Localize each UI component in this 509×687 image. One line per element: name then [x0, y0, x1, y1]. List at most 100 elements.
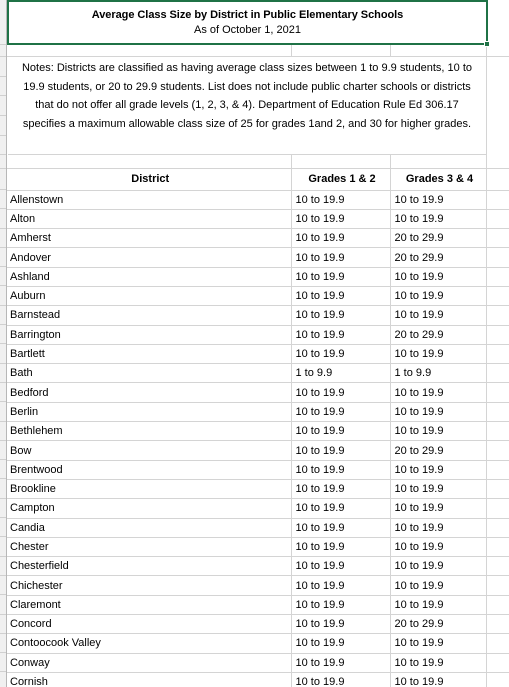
- cell-grades-1-2[interactable]: 10 to 19.9: [291, 460, 391, 480]
- cell-grades-3-4[interactable]: 10 to 19.9: [390, 344, 487, 365]
- row-header-cell[interactable]: [0, 229, 6, 248]
- table-row[interactable]: Chester 10 to 19.9 10 to 19.9: [7, 537, 509, 558]
- table-row[interactable]: Auburn 10 to 19.9 10 to 19.9: [7, 286, 509, 307]
- row-header-cell[interactable]: [0, 190, 6, 210]
- cell-grades-1-2[interactable]: 10 to 19.9: [291, 575, 391, 596]
- cell-grades-3-4[interactable]: 10 to 19.9: [390, 498, 487, 519]
- cell-grades-3-4[interactable]: 10 to 19.9: [390, 382, 487, 403]
- row-header-cell[interactable]: [0, 460, 6, 480]
- table-row[interactable]: Cornish 10 to 19.9 10 to 19.9: [7, 672, 509, 687]
- row-header-cell[interactable]: [0, 169, 6, 190]
- row-header-cell[interactable]: [0, 77, 6, 96]
- column-header-grades-3-4[interactable]: Grades 3 & 4: [390, 169, 487, 191]
- cell-grades-1-2[interactable]: 1 to 9.9: [291, 363, 391, 384]
- table-row[interactable]: Candia 10 to 19.9 10 to 19.9: [7, 518, 509, 538]
- row-header-cell[interactable]: [0, 306, 6, 326]
- row-header-cell[interactable]: [0, 479, 6, 499]
- row-header-cell[interactable]: [0, 344, 6, 364]
- row-header-cell[interactable]: [0, 155, 6, 169]
- cell-grades-3-4[interactable]: 10 to 19.9: [390, 653, 487, 673]
- table-row[interactable]: Contoocook Valley 10 to 19.9 10 to 19.9: [7, 633, 509, 654]
- cell-district[interactable]: Alton: [7, 209, 292, 230]
- cell-district[interactable]: Claremont: [7, 595, 292, 616]
- cell-grades-1-2[interactable]: 10 to 19.9: [291, 190, 391, 210]
- cell-grades-3-4[interactable]: 10 to 19.9: [390, 575, 487, 596]
- cell-district[interactable]: Bedford: [7, 382, 292, 403]
- row-header-cell[interactable]: [0, 402, 6, 422]
- row-header-cell[interactable]: [0, 634, 6, 654]
- cell-district[interactable]: Berlin: [7, 402, 292, 423]
- cell-district[interactable]: Candia: [7, 518, 292, 538]
- cell-district[interactable]: Campton: [7, 498, 292, 519]
- cell-grades-1-2[interactable]: 10 to 19.9: [291, 633, 391, 654]
- row-header-cell[interactable]: [0, 267, 6, 287]
- cell-grades-1-2[interactable]: 10 to 19.9: [291, 286, 391, 307]
- table-row[interactable]: Brentwood 10 to 19.9 10 to 19.9: [7, 460, 509, 480]
- cell-grades-1-2[interactable]: 10 to 19.9: [291, 672, 391, 687]
- table-row[interactable]: Amherst 10 to 19.9 20 to 29.9: [7, 228, 509, 249]
- row-header-cell[interactable]: [0, 45, 6, 57]
- cell-grades-3-4[interactable]: 10 to 19.9: [390, 305, 487, 326]
- table-row[interactable]: Conway 10 to 19.9 10 to 19.9: [7, 653, 509, 673]
- table-row[interactable]: Barnstead 10 to 19.9 10 to 19.9: [7, 305, 509, 326]
- cell-grades-1-2[interactable]: 10 to 19.9: [291, 402, 391, 423]
- row-header-cell[interactable]: [0, 248, 6, 268]
- row-header-cell[interactable]: [0, 383, 6, 403]
- row-header-cell[interactable]: [0, 57, 6, 77]
- table-row[interactable]: Bartlett 10 to 19.9 10 to 19.9: [7, 344, 509, 365]
- cell-district[interactable]: Brentwood: [7, 460, 292, 480]
- table-row[interactable]: Andover 10 to 19.9 20 to 29.9: [7, 247, 509, 268]
- table-row[interactable]: Bedford 10 to 19.9 10 to 19.9: [7, 382, 509, 403]
- cell-grades-3-4[interactable]: 20 to 29.9: [390, 228, 487, 249]
- cell-grades-3-4[interactable]: 10 to 19.9: [390, 421, 487, 442]
- cell-grades-3-4[interactable]: 10 to 19.9: [390, 633, 487, 654]
- row-header-cell[interactable]: [0, 209, 6, 229]
- cell-grades-3-4[interactable]: 10 to 19.9: [390, 479, 487, 500]
- row-header-cell[interactable]: [0, 557, 6, 576]
- cell-grades-3-4[interactable]: 10 to 19.9: [390, 460, 487, 480]
- cell-district[interactable]: Concord: [7, 614, 292, 635]
- cell-grades-3-4[interactable]: 20 to 29.9: [390, 614, 487, 635]
- row-header-cell[interactable]: [0, 422, 6, 441]
- cell-district[interactable]: Bartlett: [7, 344, 292, 365]
- cell-grades-1-2[interactable]: 10 to 19.9: [291, 247, 391, 268]
- column-header-district[interactable]: District: [7, 169, 292, 191]
- row-header-cell[interactable]: [0, 537, 6, 557]
- cell-district[interactable]: Cornish: [7, 672, 292, 687]
- table-row[interactable]: Berlin 10 to 19.9 10 to 19.9: [7, 402, 509, 423]
- cell-grades-3-4[interactable]: 20 to 29.9: [390, 325, 487, 345]
- table-row[interactable]: Ashland 10 to 19.9 10 to 19.9: [7, 267, 509, 287]
- row-header-cell[interactable]: [0, 0, 6, 45]
- cell-district[interactable]: Conway: [7, 653, 292, 673]
- cell-grades-1-2[interactable]: 10 to 19.9: [291, 228, 391, 249]
- table-row[interactable]: Claremont 10 to 19.9 10 to 19.9: [7, 595, 509, 616]
- cell-district[interactable]: Bow: [7, 440, 292, 461]
- cell-grades-3-4[interactable]: 20 to 29.9: [390, 247, 487, 268]
- cell-grades-1-2[interactable]: 10 to 19.9: [291, 344, 391, 365]
- row-header-cell[interactable]: [0, 136, 6, 155]
- cell-grades-1-2[interactable]: 10 to 19.9: [291, 537, 391, 558]
- row-header-cell[interactable]: [0, 595, 6, 615]
- table-row[interactable]: Concord 10 to 19.9 20 to 29.9: [7, 614, 509, 635]
- row-header-cell[interactable]: [0, 672, 6, 687]
- cell-district[interactable]: Auburn: [7, 286, 292, 307]
- cell-grades-3-4[interactable]: 10 to 19.9: [390, 190, 487, 210]
- cell-grades-3-4[interactable]: 10 to 19.9: [390, 595, 487, 616]
- cell-district[interactable]: Contoocook Valley: [7, 633, 292, 654]
- cell-district[interactable]: Chichester: [7, 575, 292, 596]
- row-header-cell[interactable]: [0, 325, 6, 345]
- cell-grades-1-2[interactable]: 10 to 19.9: [291, 595, 391, 616]
- cell-grades-1-2[interactable]: 10 to 19.9: [291, 267, 391, 287]
- cell-grades-3-4[interactable]: 10 to 19.9: [390, 556, 487, 577]
- cell-district[interactable]: Andover: [7, 247, 292, 268]
- fill-handle[interactable]: [484, 41, 490, 47]
- row-header-cell[interactable]: [0, 518, 6, 538]
- cell-grades-3-4[interactable]: 10 to 19.9: [390, 286, 487, 307]
- table-row[interactable]: Brookline 10 to 19.9 10 to 19.9: [7, 479, 509, 500]
- table-row[interactable]: Chichester 10 to 19.9 10 to 19.9: [7, 575, 509, 596]
- cell-grades-1-2[interactable]: 10 to 19.9: [291, 305, 391, 326]
- table-row[interactable]: Bath 1 to 9.9 1 to 9.9: [7, 363, 509, 384]
- cell-grades-1-2[interactable]: 10 to 19.9: [291, 556, 391, 577]
- cell-grades-3-4[interactable]: 10 to 19.9: [390, 402, 487, 423]
- cell-grades-1-2[interactable]: 10 to 19.9: [291, 498, 391, 519]
